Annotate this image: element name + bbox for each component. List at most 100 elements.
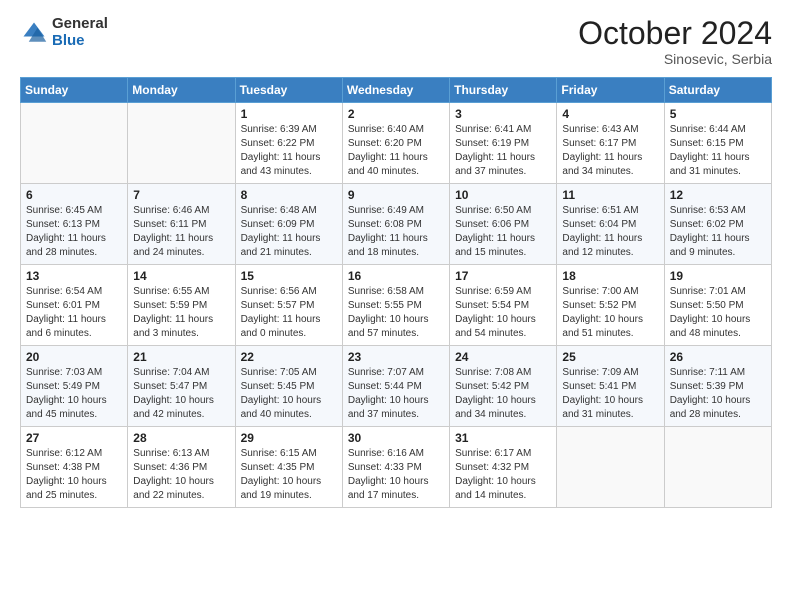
day-number: 3	[455, 107, 551, 121]
day-cell	[557, 427, 664, 508]
day-header: Wednesday	[342, 78, 449, 103]
day-cell: 23Sunrise: 7:07 AMSunset: 5:44 PMDayligh…	[342, 346, 449, 427]
day-cell: 26Sunrise: 7:11 AMSunset: 5:39 PMDayligh…	[664, 346, 771, 427]
day-cell: 25 Sunrise: 7:09 AMSunset: 5:41 PMDayligh…	[557, 346, 664, 427]
header: General Blue October 2024 Sinosevic, Ser…	[20, 16, 772, 67]
day-cell: 30 Sunrise: 6:16 AMSunset: 4:33 PMDayligh…	[342, 427, 449, 508]
day-info: Sunrise: 6:55 AMSunset: 5:59 PMDaylight:…	[133, 285, 229, 341]
day-cell: 10 Sunrise: 6:50 AMSunset: 6:06 PMDayligh…	[450, 184, 557, 265]
calendar-page: General Blue October 2024 Sinosevic, Ser…	[0, 0, 792, 612]
day-info: Sunrise: 7:09 AMSunset: 5:41 PMDaylight:…	[562, 366, 658, 422]
day-info: Sunrise: 6:44 AMSunset: 6:15 PMDaylight:…	[670, 123, 766, 179]
day-cell: 22Sunrise: 7:05 AMSunset: 5:45 PMDayligh…	[235, 346, 342, 427]
day-cell: 2 Sunrise: 6:40 AMSunset: 6:20 PMDaylight…	[342, 103, 449, 184]
day-number: 29	[241, 431, 337, 445]
day-number: 24	[455, 350, 551, 364]
day-info: Sunrise: 6:39 AMSunset: 6:22 PMDaylight:…	[241, 123, 337, 179]
day-info: Sunrise: 6:41 AMSunset: 6:19 PMDaylight:…	[455, 123, 551, 179]
day-info: Sunrise: 6:49 AMSunset: 6:08 PMDaylight:…	[348, 204, 444, 260]
day-cell: 11Sunrise: 6:51 AMSunset: 6:04 PMDayligh…	[557, 184, 664, 265]
day-cell: 31Sunrise: 6:17 AMSunset: 4:32 PMDayligh…	[450, 427, 557, 508]
day-cell: 1 Sunrise: 6:39 AMSunset: 6:22 PMDaylight…	[235, 103, 342, 184]
logo: General Blue	[20, 16, 108, 49]
day-number: 2	[348, 107, 444, 121]
day-number: 25	[562, 350, 658, 364]
day-number: 8	[241, 188, 337, 202]
day-cell	[664, 427, 771, 508]
day-number: 9	[348, 188, 444, 202]
title-block: October 2024 Sinosevic, Serbia	[578, 16, 772, 67]
day-cell	[21, 103, 128, 184]
day-info: Sunrise: 7:07 AMSunset: 5:44 PMDaylight:…	[348, 366, 444, 422]
day-number: 13	[26, 269, 122, 283]
day-number: 4	[562, 107, 658, 121]
day-header: Friday	[557, 78, 664, 103]
logo-icon	[20, 19, 48, 47]
day-cell: 18Sunrise: 7:00 AMSunset: 5:52 PMDayligh…	[557, 265, 664, 346]
day-header: Sunday	[21, 78, 128, 103]
day-cell: 16Sunrise: 6:58 AMSunset: 5:55 PMDayligh…	[342, 265, 449, 346]
day-cell: 13Sunrise: 6:54 AMSunset: 6:01 PMDayligh…	[21, 265, 128, 346]
calendar-table: SundayMondayTuesdayWednesdayThursdayFrid…	[20, 77, 772, 508]
day-cell: 21 Sunrise: 7:04 AMSunset: 5:47 PMDayligh…	[128, 346, 235, 427]
day-info: Sunrise: 6:56 AMSunset: 5:57 PMDaylight:…	[241, 285, 337, 341]
day-info: Sunrise: 6:15 AMSunset: 4:35 PMDaylight:…	[241, 447, 337, 503]
day-number: 21	[133, 350, 229, 364]
day-number: 5	[670, 107, 766, 121]
day-number: 18	[562, 269, 658, 283]
day-cell: 7 Sunrise: 6:46 AMSunset: 6:11 PMDaylight…	[128, 184, 235, 265]
day-number: 28	[133, 431, 229, 445]
day-number: 14	[133, 269, 229, 283]
header-row: SundayMondayTuesdayWednesdayThursdayFrid…	[21, 78, 772, 103]
day-cell: 19 Sunrise: 7:01 AMSunset: 5:50 PMDayligh…	[664, 265, 771, 346]
logo-general: General	[52, 16, 108, 33]
day-info: Sunrise: 6:50 AMSunset: 6:06 PMDaylight:…	[455, 204, 551, 260]
day-info: Sunrise: 7:03 AMSunset: 5:49 PMDaylight:…	[26, 366, 122, 422]
day-cell: 9 Sunrise: 6:49 AMSunset: 6:08 PMDaylight…	[342, 184, 449, 265]
day-info: Sunrise: 6:40 AMSunset: 6:20 PMDaylight:…	[348, 123, 444, 179]
day-number: 10	[455, 188, 551, 202]
day-header: Thursday	[450, 78, 557, 103]
day-cell: 6Sunrise: 6:45 AMSunset: 6:13 PMDaylight…	[21, 184, 128, 265]
day-header: Monday	[128, 78, 235, 103]
day-cell	[128, 103, 235, 184]
day-header: Tuesday	[235, 78, 342, 103]
day-number: 26	[670, 350, 766, 364]
day-number: 19	[670, 269, 766, 283]
day-cell: 27 Sunrise: 6:12 AMSunset: 4:38 PMDayligh…	[21, 427, 128, 508]
day-info: Sunrise: 6:51 AMSunset: 6:04 PMDaylight:…	[562, 204, 658, 260]
day-cell: 14 Sunrise: 6:55 AMSunset: 5:59 PMDayligh…	[128, 265, 235, 346]
day-number: 1	[241, 107, 337, 121]
week-row: 1 Sunrise: 6:39 AMSunset: 6:22 PMDaylight…	[21, 103, 772, 184]
logo-text: General Blue	[52, 16, 108, 49]
week-row: 27 Sunrise: 6:12 AMSunset: 4:38 PMDayligh…	[21, 427, 772, 508]
week-row: 20Sunrise: 7:03 AMSunset: 5:49 PMDayligh…	[21, 346, 772, 427]
day-number: 30	[348, 431, 444, 445]
day-info: Sunrise: 6:17 AMSunset: 4:32 PMDaylight:…	[455, 447, 551, 503]
day-number: 7	[133, 188, 229, 202]
day-number: 15	[241, 269, 337, 283]
day-number: 17	[455, 269, 551, 283]
day-header: Saturday	[664, 78, 771, 103]
day-cell: 20Sunrise: 7:03 AMSunset: 5:49 PMDayligh…	[21, 346, 128, 427]
day-number: 6	[26, 188, 122, 202]
day-info: Sunrise: 6:46 AMSunset: 6:11 PMDaylight:…	[133, 204, 229, 260]
day-info: Sunrise: 7:01 AMSunset: 5:50 PMDaylight:…	[670, 285, 766, 341]
day-info: Sunrise: 6:12 AMSunset: 4:38 PMDaylight:…	[26, 447, 122, 503]
day-cell: 17Sunrise: 6:59 AMSunset: 5:54 PMDayligh…	[450, 265, 557, 346]
day-cell: 29 Sunrise: 6:15 AMSunset: 4:35 PMDayligh…	[235, 427, 342, 508]
day-cell: 28Sunrise: 6:13 AMSunset: 4:36 PMDayligh…	[128, 427, 235, 508]
location: Sinosevic, Serbia	[578, 51, 772, 67]
day-number: 12	[670, 188, 766, 202]
day-cell: 3 Sunrise: 6:41 AMSunset: 6:19 PMDaylight…	[450, 103, 557, 184]
day-cell: 8Sunrise: 6:48 AMSunset: 6:09 PMDaylight…	[235, 184, 342, 265]
day-info: Sunrise: 6:43 AMSunset: 6:17 PMDaylight:…	[562, 123, 658, 179]
day-number: 27	[26, 431, 122, 445]
day-cell: 4 Sunrise: 6:43 AMSunset: 6:17 PMDaylight…	[557, 103, 664, 184]
day-number: 16	[348, 269, 444, 283]
week-row: 13Sunrise: 6:54 AMSunset: 6:01 PMDayligh…	[21, 265, 772, 346]
day-info: Sunrise: 7:08 AMSunset: 5:42 PMDaylight:…	[455, 366, 551, 422]
logo-blue: Blue	[52, 33, 108, 50]
day-info: Sunrise: 7:04 AMSunset: 5:47 PMDaylight:…	[133, 366, 229, 422]
day-info: Sunrise: 6:16 AMSunset: 4:33 PMDaylight:…	[348, 447, 444, 503]
